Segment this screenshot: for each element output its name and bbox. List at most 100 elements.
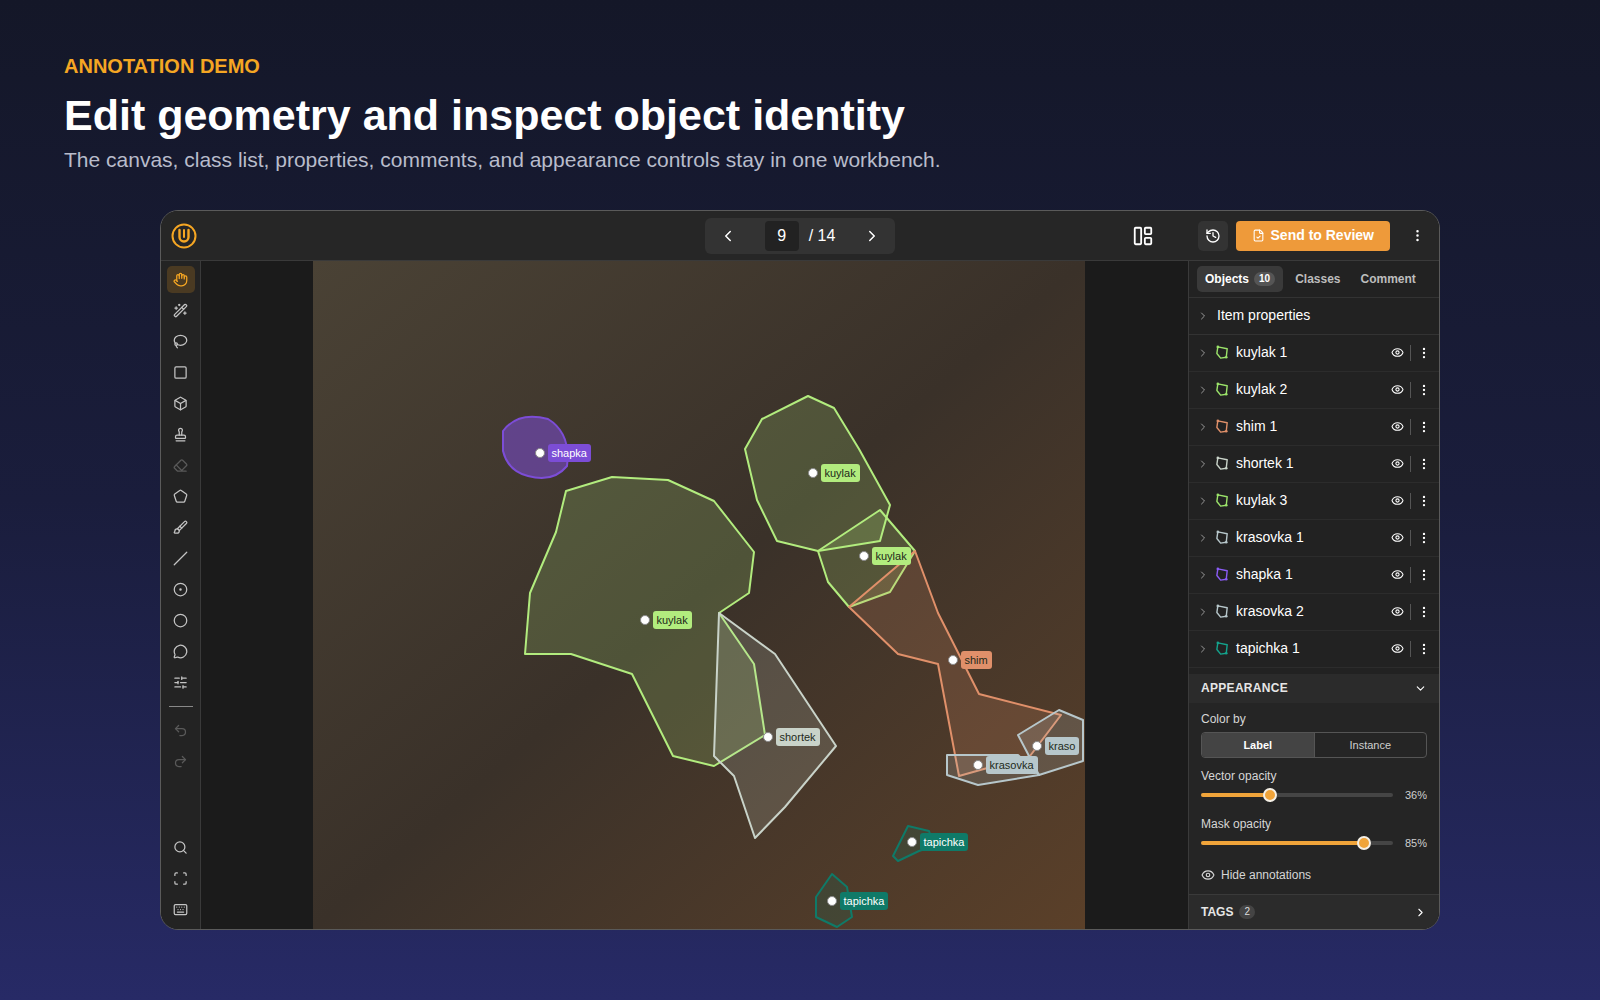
polygon-icon bbox=[1215, 345, 1230, 360]
wand-tool[interactable] bbox=[167, 297, 195, 324]
rectangle-tool[interactable] bbox=[167, 359, 195, 386]
anchor-dot[interactable] bbox=[808, 468, 818, 478]
more-icon[interactable] bbox=[1417, 346, 1431, 360]
more-icon[interactable] bbox=[1417, 383, 1431, 397]
annotation-label[interactable]: shapka bbox=[535, 444, 591, 462]
pagination: 9/ 14 bbox=[705, 218, 896, 254]
polygon-icon bbox=[1215, 493, 1230, 508]
object-row[interactable]: tapichka 1 bbox=[1189, 631, 1439, 668]
more-icon[interactable] bbox=[1417, 420, 1431, 434]
eye-icon[interactable] bbox=[1391, 494, 1404, 507]
tab-badge: 10 bbox=[1254, 272, 1275, 286]
eye-icon[interactable] bbox=[1391, 642, 1404, 655]
annotation-label[interactable]: krasovka bbox=[973, 756, 1038, 774]
object-row[interactable]: kuylak 2 bbox=[1189, 372, 1439, 409]
point-icon bbox=[173, 582, 188, 597]
annotation-label[interactable]: kuylak bbox=[640, 611, 692, 629]
eye-icon[interactable] bbox=[1391, 568, 1404, 581]
annotation-label[interactable]: kraso bbox=[1032, 737, 1080, 755]
object-row[interactable]: krasovka 1 bbox=[1189, 520, 1439, 557]
redo-tool[interactable] bbox=[167, 748, 195, 775]
slider-track[interactable] bbox=[1201, 793, 1393, 797]
item-properties-row[interactable]: Item properties bbox=[1189, 298, 1439, 335]
more-icon[interactable] bbox=[1417, 568, 1431, 582]
object-row[interactable]: shim 1 bbox=[1189, 409, 1439, 446]
chevron-right-icon bbox=[1197, 569, 1209, 581]
lasso-tool[interactable] bbox=[167, 328, 195, 355]
slider-thumb[interactable] bbox=[1263, 788, 1277, 802]
anchor-dot[interactable] bbox=[859, 551, 869, 561]
object-row[interactable]: shortek 1 bbox=[1189, 446, 1439, 483]
color-by-option[interactable]: Label bbox=[1202, 733, 1314, 757]
panel-tab[interactable]: Comment bbox=[1353, 266, 1424, 292]
fit-frame-tool[interactable] bbox=[167, 865, 195, 892]
send-to-review-button[interactable]: Send to Review bbox=[1236, 221, 1390, 251]
more-icon[interactable] bbox=[1410, 228, 1425, 243]
anchor-dot[interactable] bbox=[907, 837, 917, 847]
comment-icon bbox=[173, 644, 188, 659]
tags-header[interactable]: TAGS2 bbox=[1189, 894, 1439, 929]
anchor-dot[interactable] bbox=[1032, 741, 1042, 751]
anchor-dot[interactable] bbox=[973, 760, 983, 770]
anchor-dot[interactable] bbox=[827, 896, 837, 906]
circle-tool[interactable] bbox=[167, 607, 195, 634]
annotation-label[interactable]: tapichka bbox=[907, 833, 969, 851]
stamp-icon bbox=[173, 427, 188, 442]
anchor-dot[interactable] bbox=[948, 655, 958, 665]
prev-page-icon[interactable] bbox=[719, 227, 737, 245]
hand-tool[interactable] bbox=[167, 266, 195, 293]
hide-annotations-button[interactable]: Hide annotations bbox=[1201, 864, 1427, 886]
annotation-label[interactable]: kuylak bbox=[859, 547, 911, 565]
more-icon[interactable] bbox=[1417, 457, 1431, 471]
annotation-label[interactable]: shortek bbox=[763, 728, 820, 746]
page-input[interactable]: 9 bbox=[765, 221, 799, 251]
point-tool[interactable] bbox=[167, 576, 195, 603]
appearance-body: Color byLabelInstanceVector opacity36%Ma… bbox=[1189, 703, 1439, 894]
anchor-dot[interactable] bbox=[640, 615, 650, 625]
undo-tool[interactable] bbox=[167, 717, 195, 744]
anchor-dot[interactable] bbox=[763, 732, 773, 742]
polygon-tool[interactable] bbox=[167, 483, 195, 510]
polygon-icon bbox=[1215, 456, 1230, 471]
next-page-icon[interactable] bbox=[863, 227, 881, 245]
comment-tool[interactable] bbox=[167, 638, 195, 665]
eye-icon[interactable] bbox=[1391, 346, 1404, 359]
eye-icon[interactable] bbox=[1391, 420, 1404, 433]
sliders-tool[interactable] bbox=[167, 669, 195, 696]
search-tool[interactable] bbox=[167, 834, 195, 861]
eraser-tool[interactable] bbox=[167, 452, 195, 479]
color-by-option[interactable]: Instance bbox=[1314, 733, 1427, 757]
more-icon[interactable] bbox=[1417, 531, 1431, 545]
object-row[interactable]: kuylak 1 bbox=[1189, 335, 1439, 372]
slider-track[interactable] bbox=[1201, 841, 1393, 845]
object-row[interactable]: shapka 1 bbox=[1189, 557, 1439, 594]
history-button[interactable] bbox=[1198, 221, 1228, 251]
panel-tab[interactable]: Classes bbox=[1287, 266, 1348, 292]
stamp-tool[interactable] bbox=[167, 421, 195, 448]
eye-icon[interactable] bbox=[1391, 605, 1404, 618]
eye-icon[interactable] bbox=[1391, 383, 1404, 396]
slider-thumb[interactable] bbox=[1357, 836, 1371, 850]
appearance-header[interactable]: APPEARANCE bbox=[1189, 674, 1439, 703]
line-tool[interactable] bbox=[167, 545, 195, 572]
annotation-label[interactable]: kuylak bbox=[808, 464, 860, 482]
object-row[interactable]: krasovka 2 bbox=[1189, 594, 1439, 631]
eye-icon[interactable] bbox=[1391, 531, 1404, 544]
brush-tool[interactable] bbox=[167, 514, 195, 541]
redo-icon bbox=[173, 754, 188, 769]
panel-tab[interactable]: Objects10 bbox=[1197, 266, 1283, 292]
more-icon[interactable] bbox=[1417, 605, 1431, 619]
anchor-dot[interactable] bbox=[535, 448, 545, 458]
more-icon[interactable] bbox=[1417, 642, 1431, 656]
brush-icon bbox=[173, 520, 188, 535]
eye-icon[interactable] bbox=[1391, 457, 1404, 470]
chevron-right-icon bbox=[1197, 495, 1209, 507]
object-row[interactable]: kuylak 3 bbox=[1189, 483, 1439, 520]
cuboid-tool[interactable] bbox=[167, 390, 195, 417]
canvas[interactable]: shapka kuylak kuylak kuylak shortek shim kraso… bbox=[201, 261, 1189, 929]
more-icon[interactable] bbox=[1417, 494, 1431, 508]
annotation-label[interactable]: tapichka bbox=[827, 892, 889, 910]
annotation-label[interactable]: shim bbox=[948, 651, 992, 669]
layout-icon[interactable] bbox=[1132, 225, 1154, 247]
keyboard-tool[interactable] bbox=[167, 896, 195, 923]
